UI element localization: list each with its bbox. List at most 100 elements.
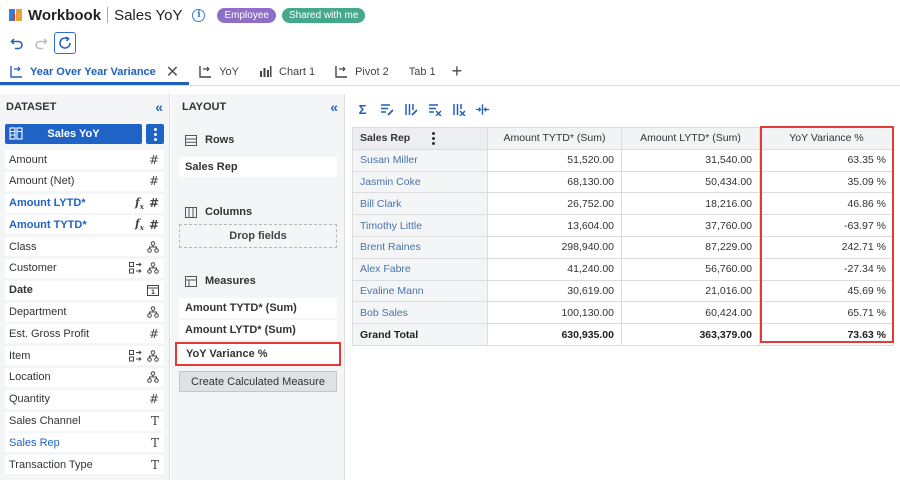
- value-cell[interactable]: 56,760.00: [621, 257, 760, 281]
- clear-rows-icon[interactable]: [427, 102, 442, 117]
- value-cell[interactable]: 68,130.00: [487, 170, 622, 194]
- field-type-icons: #: [149, 328, 159, 340]
- total-value-cell[interactable]: 630,935.00: [487, 323, 622, 346]
- field-date[interactable]: Date 1: [5, 280, 164, 300]
- value-cell[interactable]: 45.69 %: [759, 279, 894, 303]
- tab-tab-1[interactable]: Tab 1: [399, 58, 446, 85]
- table-row: Bob Sales 100,130.00 60,424.00 65.71 %: [352, 301, 894, 325]
- value-cell[interactable]: 87,229.00: [621, 235, 760, 259]
- field-list: Amount # Amount (Net) # Amount LYTD* fx # Amoun…: [0, 150, 169, 475]
- row-label-cell[interactable]: Bob Sales: [352, 301, 488, 325]
- total-value-cell[interactable]: 363,379.00: [621, 323, 760, 346]
- field-amount-lytd[interactable]: Amount LYTD* fx #: [5, 193, 164, 213]
- value-cell[interactable]: 63.35 %: [759, 148, 894, 172]
- measure-yoy-variance[interactable]: YoY Variance %: [175, 342, 341, 366]
- refresh-icon[interactable]: [54, 32, 76, 54]
- close-tab-icon[interactable]: ✕: [166, 62, 179, 82]
- row-label-cell[interactable]: Evaline Mann: [352, 279, 488, 303]
- table-row: Brent Raines 298,940.00 87,229.00 242.71 %: [352, 235, 894, 259]
- row-header-menu-icon[interactable]: [432, 132, 435, 145]
- column-header[interactable]: Amount LYTD* (Sum): [621, 127, 760, 150]
- field-est-gross-profit[interactable]: Est. Gross Profit #: [5, 324, 164, 344]
- field-item[interactable]: Item: [5, 346, 164, 366]
- tab-chart-1[interactable]: Chart 1: [249, 58, 325, 85]
- value-cell[interactable]: 51,520.00: [487, 148, 622, 172]
- field-class[interactable]: Class: [5, 237, 164, 257]
- column-header[interactable]: YoY Variance %: [759, 127, 894, 150]
- table-row: Timothy Little 13,604.00 37,760.00 -63.97 %: [352, 214, 894, 237]
- undo-icon[interactable]: [6, 32, 28, 54]
- value-cell[interactable]: 31,540.00: [621, 148, 760, 172]
- hierarchy-icon: [147, 306, 159, 318]
- field-amount-tytd[interactable]: Amount TYTD* fx #: [5, 215, 164, 235]
- collapse-left-icon[interactable]: «: [155, 99, 163, 115]
- grand-total-row: Grand Total 630,935.00 363,379.00 73.63 %: [352, 323, 894, 346]
- value-cell[interactable]: 26,752.00: [487, 192, 622, 216]
- tab-pivot-2[interactable]: Pivot 2: [325, 58, 399, 85]
- rows-field-sales-rep[interactable]: Sales Rep: [179, 157, 337, 177]
- field-amount-net[interactable]: Amount (Net) #: [5, 171, 164, 191]
- tab-label: YoY: [219, 65, 239, 78]
- measure-amount-lytd[interactable]: Amount LYTD* (Sum): [179, 320, 337, 340]
- grand-total-label[interactable]: Grand Total: [352, 323, 488, 346]
- info-icon[interactable]: i: [192, 8, 206, 22]
- value-cell[interactable]: 100,130.00: [487, 301, 622, 325]
- tab-year-over-year-variance[interactable]: Year Over Year Variance ✕: [0, 58, 190, 85]
- text-icon: T: [150, 435, 159, 450]
- row-header-sales-rep[interactable]: Sales Rep: [352, 127, 488, 150]
- value-cell[interactable]: 242.71 %: [759, 235, 894, 259]
- value-cell[interactable]: 21,016.00: [621, 279, 760, 303]
- field-quantity[interactable]: Quantity #: [5, 389, 164, 409]
- value-cell[interactable]: 60,424.00: [621, 301, 760, 325]
- value-cell[interactable]: 65.71 %: [759, 301, 894, 325]
- row-label-cell[interactable]: Bill Clark: [352, 192, 488, 216]
- value-cell[interactable]: 18,216.00: [621, 192, 760, 216]
- split-columns-icon[interactable]: [475, 102, 490, 117]
- value-cell[interactable]: 41,240.00: [487, 257, 622, 281]
- tab-yoy[interactable]: YoY: [189, 58, 249, 85]
- dataset-name: Sales YoY: [47, 128, 100, 140]
- value-cell[interactable]: 46.86 %: [759, 192, 894, 216]
- field-amount[interactable]: Amount #: [5, 150, 164, 169]
- row-label-cell[interactable]: Brent Raines: [352, 235, 488, 259]
- columns-drop-zone[interactable]: Drop fields: [179, 224, 337, 248]
- dataset-select-button[interactable]: Sales YoY: [5, 124, 142, 144]
- column-header[interactable]: Amount TYTD* (Sum): [487, 127, 622, 150]
- value-cell[interactable]: 50,434.00: [621, 170, 760, 194]
- value-cell[interactable]: 13,604.00: [487, 214, 622, 237]
- field-location[interactable]: Location: [5, 367, 164, 387]
- table-row: Alex Fabre 41,240.00 56,760.00 -27.34 %: [352, 257, 894, 281]
- header-divider: [107, 7, 109, 23]
- value-cell[interactable]: 30,619.00: [487, 279, 622, 303]
- create-calculated-measure-button[interactable]: Create Calculated Measure: [179, 371, 337, 392]
- field-transaction-type[interactable]: Transaction Type T: [5, 455, 164, 475]
- formula-icon: fx: [135, 217, 144, 233]
- row-label-cell[interactable]: Timothy Little: [352, 214, 488, 237]
- dataset-panel: DATASET « Sales YoY Amount # Amount (Net) #…: [0, 94, 170, 480]
- field-type-icons: T: [151, 459, 159, 471]
- edit-rows-icon[interactable]: [379, 102, 394, 117]
- field-department[interactable]: Department: [5, 302, 164, 322]
- field-label: Quantity: [9, 393, 50, 406]
- workbook-title[interactable]: Sales YoY: [114, 7, 182, 24]
- value-cell[interactable]: 37,760.00: [621, 214, 760, 237]
- total-value-cell[interactable]: 73.63 %: [759, 323, 894, 346]
- redo-icon[interactable]: [30, 32, 52, 54]
- value-cell[interactable]: 298,940.00: [487, 235, 622, 259]
- row-label-cell[interactable]: Jasmin Coke: [352, 170, 488, 194]
- clear-columns-icon[interactable]: [451, 102, 466, 117]
- add-tab-icon[interactable]: +: [446, 58, 469, 85]
- row-label-cell[interactable]: Susan Miller: [352, 148, 488, 172]
- value-cell[interactable]: -27.34 %: [759, 257, 894, 281]
- measure-amount-tytd[interactable]: Amount TYTD* (Sum): [179, 298, 337, 318]
- edit-columns-icon[interactable]: [403, 102, 418, 117]
- field-sales-rep[interactable]: Sales Rep T: [5, 433, 164, 453]
- field-sales-channel[interactable]: Sales Channel T: [5, 411, 164, 431]
- row-label-cell[interactable]: Alex Fabre: [352, 257, 488, 281]
- dataset-more-icon[interactable]: [146, 124, 164, 144]
- value-cell[interactable]: -63.97 %: [759, 214, 894, 237]
- field-customer[interactable]: Customer: [5, 258, 164, 278]
- sum-icon[interactable]: Σ: [355, 102, 370, 117]
- collapse-layout-icon[interactable]: «: [330, 99, 338, 115]
- value-cell[interactable]: 35.09 %: [759, 170, 894, 194]
